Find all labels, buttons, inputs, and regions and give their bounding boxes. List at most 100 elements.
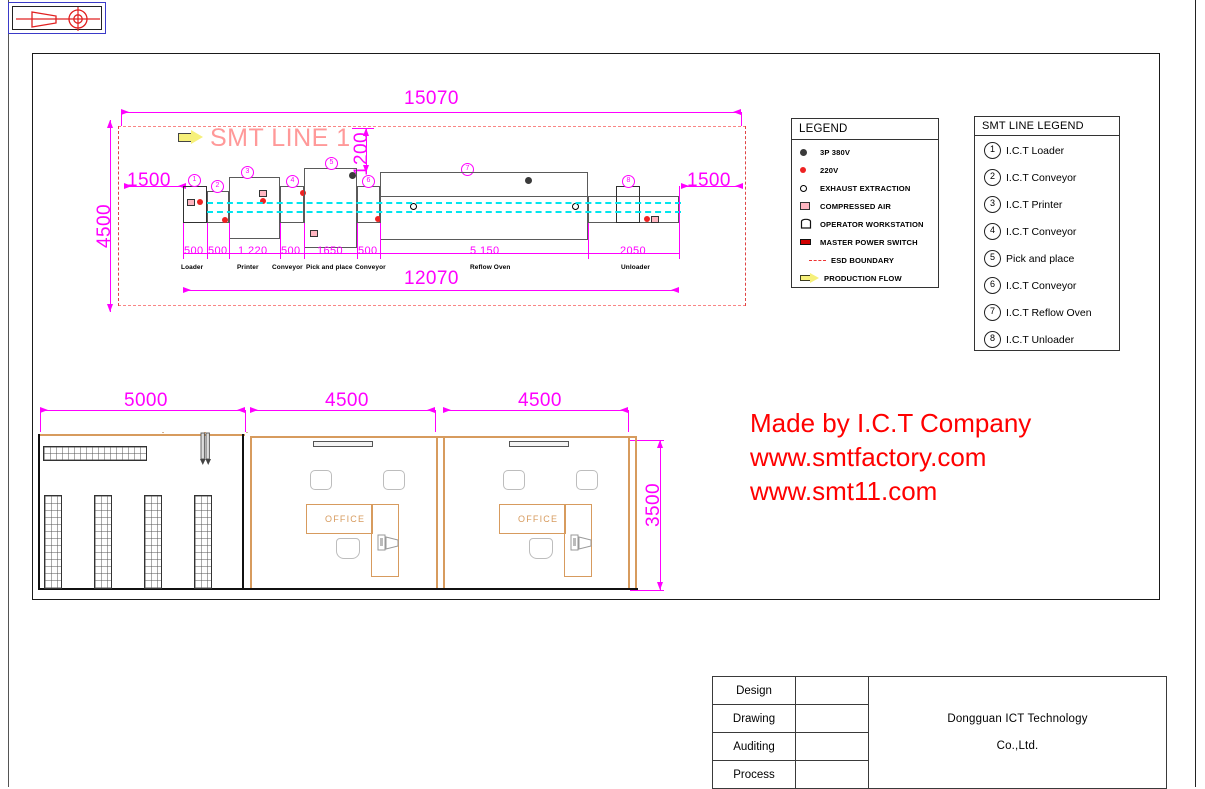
smt-legend-item-7: 7 I.C.T Reflow Oven <box>975 299 1119 326</box>
smt-legend-label: I.C.T Conveyor <box>1006 280 1076 292</box>
seg-tick-6 <box>380 223 381 259</box>
legend-item-compressed-air: COMPRESSED AIR <box>792 197 938 215</box>
company-promo-line-3: www.smt11.com <box>750 474 1031 508</box>
dim-ext-ww-right <box>245 410 246 432</box>
seg-name-4: Pick and place <box>306 264 353 271</box>
title-block: Design Dongguan ICT Technology Co.,Ltd. … <box>712 676 1167 784</box>
smt-legend-label: I.C.T Unloader <box>1006 334 1074 346</box>
callout-8: 8 <box>622 175 635 188</box>
smt-legend-item-6: 6 I.C.T Conveyor <box>975 272 1119 299</box>
dim-label-overall-width: 15070 <box>404 88 459 110</box>
pink-square-icon <box>800 202 820 210</box>
office2-window <box>509 441 569 447</box>
dim-arrow-mw-left <box>183 287 191 293</box>
dim-ext-o2-right <box>628 410 629 432</box>
seg-name-2: Printer <box>237 264 259 271</box>
legend-item-master-power-switch: MASTER POWER SWITCH <box>792 233 938 251</box>
smt-legend-item-8: 8 I.C.T Unloader <box>975 326 1119 353</box>
partition-wall-2b <box>443 436 445 588</box>
machine-unloader[interactable] <box>616 186 640 223</box>
dim-arrow-ww-right <box>237 407 245 413</box>
callout-2: 2 <box>211 180 224 193</box>
seg-name-3: Conveyor <box>272 264 303 271</box>
smt-legend-label: I.C.T Conveyor <box>1006 226 1076 238</box>
exhaust-extraction-symbol-2 <box>572 203 579 210</box>
legend-item-operator-workstation: OPERATOR WORKSTATION <box>792 215 938 233</box>
dim-label-warehouse-width: 5000 <box>124 390 168 412</box>
smt-legend-item-1: 1I.C.T Loader <box>975 137 1119 164</box>
callout-number: 5 <box>984 250 1001 267</box>
smt-legend-label: I.C.T Conveyor <box>1006 172 1076 184</box>
first-angle-projection-symbol <box>8 2 106 34</box>
seg-dim-7: 2050 <box>620 245 646 257</box>
dim-arrow-rc-right <box>735 183 743 189</box>
reflow-oven-top-edge <box>380 172 588 173</box>
title-block-company: Dongguan ICT Technology Co.,Ltd. <box>869 677 1167 789</box>
seg-dim-3: 500 <box>281 245 301 257</box>
dim-arrow-ww-left <box>40 407 48 413</box>
smt-legend-item-3: 3I.C.T Printer <box>975 191 1119 218</box>
title-block-value-design[interactable] <box>796 677 869 705</box>
dim-label-depth: 4500 <box>94 204 116 248</box>
callout-number: 8 <box>984 331 1001 348</box>
title-block-label-drawing: Drawing <box>713 705 796 733</box>
seg-name-0: Loader <box>181 264 203 271</box>
callout-3: 3 <box>241 166 254 179</box>
compressed-air-symbol <box>187 199 195 206</box>
office1-window <box>313 441 373 447</box>
dim-arrow-mw-right <box>671 287 679 293</box>
partition-wall-2 <box>436 436 438 588</box>
seg-tick-7 <box>588 223 589 259</box>
seg-dim-0: 500 <box>184 245 204 257</box>
smt-legend-title: SMT LINE LEGEND <box>975 117 1119 136</box>
legend-item-label: EXHAUST EXTRACTION <box>820 184 910 193</box>
dim-arrow-up <box>107 120 113 128</box>
shelf-vertical-4 <box>194 495 212 589</box>
power-220v-symbol-8 <box>644 216 650 222</box>
title-block-value-drawing[interactable] <box>796 705 869 733</box>
dim-arrow-pd-down <box>657 582 663 590</box>
dim-ext-right <box>741 112 742 126</box>
title-block-value-process[interactable] <box>796 761 869 789</box>
title-block-label-design: Design <box>713 677 796 705</box>
dim-ext-pd-bottom <box>630 590 664 591</box>
compressed-air-symbol-8 <box>651 216 659 223</box>
shelf-vertical-3 <box>144 495 162 589</box>
legend-item-label: OPERATOR WORKSTATION <box>820 220 924 229</box>
red-bar-icon <box>800 239 820 245</box>
power-220v-symbol-2 <box>222 217 228 223</box>
legend-title: LEGEND <box>792 119 938 140</box>
reflow-oven-left-edge <box>380 172 381 197</box>
office-wall-left <box>250 436 252 588</box>
title-block-value-auditing[interactable] <box>796 733 869 761</box>
callout-number: 3 <box>984 196 1001 213</box>
circle-outline-icon <box>800 185 820 192</box>
seg-name-6: Reflow Oven <box>470 264 510 271</box>
machine-printer[interactable] <box>229 177 280 239</box>
exhaust-extraction-symbol-1 <box>410 203 417 210</box>
seg-name-5: Conveyor <box>355 264 386 271</box>
seg-tick-2 <box>229 223 230 259</box>
dim-label-office2-width: 4500 <box>518 390 562 412</box>
company-promo-line-1: Made by I.C.T Company <box>750 406 1031 440</box>
dim-ext-to <box>352 128 374 129</box>
dim-line-machines-width <box>183 290 679 291</box>
dim-label-plan-depth: 3500 <box>643 483 665 527</box>
office1-chair-bottom <box>336 538 360 559</box>
callout-number: 6 <box>984 277 1001 294</box>
dim-arrow-down <box>107 304 113 312</box>
legend-item-label: COMPRESSED AIR <box>820 202 891 211</box>
callout-6: 6 <box>362 175 375 188</box>
smt-legend-label: I.C.T Loader <box>1006 145 1064 157</box>
dim-arrow-o1-left <box>250 407 258 413</box>
callout-4: 4 <box>286 175 299 188</box>
callout-number: 7 <box>984 304 1001 321</box>
plan-wall-bottom <box>38 588 638 590</box>
company-promo-line-2: www.smtfactory.com <box>750 440 1031 474</box>
reflow-oven-right-edge <box>587 172 588 197</box>
title-block-label-process: Process <box>713 761 796 789</box>
smt-legend-label: I.C.T Reflow Oven <box>1006 307 1092 319</box>
callout-number: 4 <box>984 223 1001 240</box>
shelf-vertical-1 <box>44 495 62 589</box>
legend-item-220v: 220V <box>792 161 938 179</box>
